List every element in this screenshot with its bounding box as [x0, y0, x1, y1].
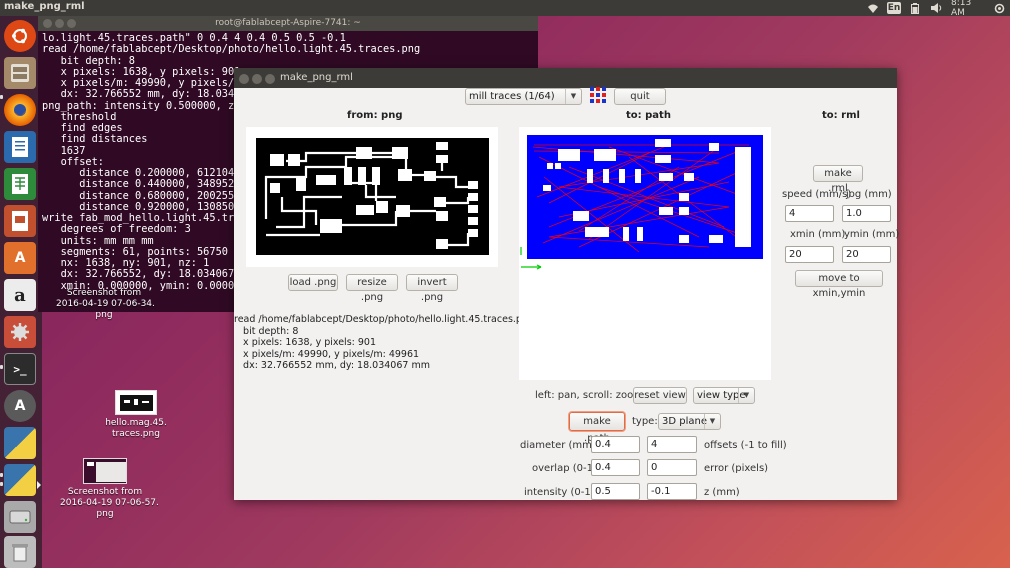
- ymin-field[interactable]: 20: [842, 246, 891, 263]
- path-type-select[interactable]: 3D plane ▼: [658, 413, 721, 430]
- xmin-label: xmin (mm): [790, 229, 846, 240]
- chevron-down-icon: ▼: [738, 388, 754, 403]
- focused-indicator: [37, 481, 41, 489]
- desktop-icon-hello-mag[interactable]: hello.mag.45. traces.png: [98, 390, 174, 440]
- ymin-label: ymin (mm): [844, 229, 900, 240]
- offsets-label: offsets (-1 to fill): [704, 440, 787, 451]
- jog-label: jog (mm): [846, 189, 892, 200]
- running-indicator: [0, 482, 3, 486]
- overlap-label: overlap (0-1): [532, 463, 597, 474]
- volume-icon[interactable]: [930, 2, 944, 14]
- minimize-icon[interactable]: [55, 19, 64, 28]
- desktop-icon-label: Screenshot from 2016-04-19 07-06-34. png: [56, 288, 155, 320]
- image-thumbnail: [83, 458, 127, 484]
- to-path-heading: to: path: [626, 110, 671, 121]
- top-panel-title: make_png_rml: [4, 1, 85, 12]
- grid-dots-icon[interactable]: [590, 87, 607, 104]
- maximize-icon[interactable]: [265, 74, 275, 84]
- chevron-down-icon: ▼: [565, 89, 581, 104]
- window-titlebar[interactable]: make_png_rml: [234, 68, 897, 88]
- jog-field[interactable]: 1.0: [842, 205, 891, 222]
- trash-icon[interactable]: [4, 536, 36, 568]
- file-cabinet-icon[interactable]: [4, 57, 36, 89]
- launcher: A a >_ A: [0, 16, 42, 568]
- offsets-field[interactable]: 4: [647, 436, 697, 453]
- make-path-button[interactable]: make .path: [569, 412, 625, 444]
- mode-select-value: mill traces (1/64): [469, 91, 555, 102]
- from-png-heading: from: png: [347, 110, 403, 121]
- desktop-icon-screenshot-1[interactable]: Screenshot from 2016-04-19 07-06-34. png: [56, 288, 155, 321]
- mode-select[interactable]: mill traces (1/64) ▼: [465, 88, 582, 105]
- diameter-field[interactable]: 0.4: [591, 436, 640, 453]
- intensity-label: intensity (0-1): [524, 487, 595, 498]
- load-png-button[interactable]: load .png: [288, 274, 338, 291]
- firefox-icon[interactable]: [4, 94, 36, 126]
- diameter-label: diameter (mm): [520, 440, 596, 451]
- amazon-icon[interactable]: a: [4, 279, 36, 311]
- python-icon[interactable]: [4, 427, 36, 459]
- xmin-field[interactable]: 20: [785, 246, 834, 263]
- move-to-xmin-ymin-button[interactable]: move to xmin,ymin: [795, 270, 883, 299]
- to-rml-heading: to: rml: [822, 110, 860, 121]
- pcb-traces-image: [256, 138, 489, 255]
- running-indicator: [0, 95, 3, 99]
- disk-drive-icon[interactable]: [4, 501, 36, 533]
- window-title: make_png_rml: [280, 72, 353, 83]
- update-icon[interactable]: A: [4, 390, 36, 422]
- desktop-icon-screenshot-2[interactable]: Screenshot from 2016-04-19 07-06-57. png: [60, 458, 159, 520]
- resize-png-button[interactable]: resize .png: [346, 274, 398, 303]
- view-type-select[interactable]: view type ▼: [693, 387, 755, 404]
- spreadsheet-calc-icon[interactable]: [4, 168, 36, 200]
- document-writer-icon[interactable]: [4, 131, 36, 163]
- clock[interactable]: 8:13 AM: [951, 0, 985, 18]
- running-indicator: [0, 473, 3, 477]
- error-label: error (pixels): [704, 463, 769, 474]
- path-type-value: 3D plane: [662, 416, 707, 427]
- image-thumbnail: [115, 390, 157, 415]
- view-hint: left: pan, scroll: zoom: [535, 390, 643, 401]
- make-png-rml-window: make_png_rml mill traces (1/64) ▼ quit f…: [234, 68, 900, 500]
- speed-label: speed (mm/s): [782, 189, 852, 200]
- invert-png-button[interactable]: invert .png: [406, 274, 458, 303]
- ubuntu-logo-icon[interactable]: [4, 20, 36, 52]
- path-view-panel[interactable]: [519, 127, 771, 380]
- gear-icon[interactable]: [4, 316, 36, 348]
- top-panel: make_png_rml En 8:13 AM: [0, 0, 1010, 18]
- power-gear-icon[interactable]: [992, 2, 1006, 14]
- z-label: z (mm): [704, 487, 740, 498]
- type-label: type:: [632, 416, 658, 427]
- make-rml-button[interactable]: make .rml: [813, 165, 863, 194]
- intensity-field[interactable]: 0.5: [591, 483, 640, 500]
- running-indicator: [0, 365, 3, 369]
- error-field[interactable]: 0: [647, 459, 697, 476]
- close-icon[interactable]: [43, 19, 52, 28]
- terminal-title: root@fablabcept-Aspire-7741: ~: [215, 18, 361, 28]
- z-field[interactable]: -0.1: [647, 483, 697, 500]
- png-read-info: read /home/fablabcept/Desktop/photo/hell…: [234, 314, 535, 371]
- python-icon[interactable]: [4, 464, 36, 496]
- close-icon[interactable]: [239, 74, 249, 84]
- desktop-icon-label: Screenshot from 2016-04-19 07-06-57. png: [60, 487, 159, 519]
- shopping-bag-icon[interactable]: A: [4, 242, 36, 274]
- quit-button[interactable]: quit: [614, 88, 666, 105]
- overlap-field[interactable]: 0.4: [591, 459, 640, 476]
- png-preview-panel[interactable]: [246, 127, 498, 267]
- keyboard-layout-indicator[interactable]: En: [887, 2, 901, 14]
- presentation-impress-icon[interactable]: [4, 205, 36, 237]
- reset-view-button[interactable]: reset view: [633, 387, 687, 404]
- toolpath-canvas: [520, 135, 763, 270]
- terminal-titlebar[interactable]: root@fablabcept-Aspire-7741: ~: [38, 16, 538, 31]
- wifi-icon[interactable]: [866, 2, 880, 14]
- terminal-icon[interactable]: >_: [4, 353, 36, 385]
- minimize-icon[interactable]: [252, 74, 262, 84]
- maximize-icon[interactable]: [67, 19, 76, 28]
- battery-icon[interactable]: [908, 2, 922, 14]
- speed-field[interactable]: 4: [785, 205, 834, 222]
- desktop-icon-label: hello.mag.45. traces.png: [105, 418, 167, 439]
- chevron-down-icon: ▼: [704, 414, 720, 429]
